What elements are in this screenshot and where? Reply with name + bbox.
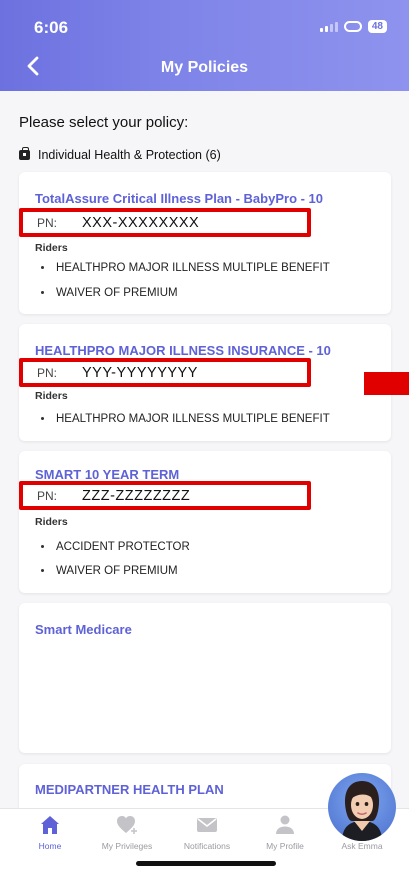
pn-value: ZZZ-ZZZZZZZZ bbox=[82, 487, 191, 504]
policy-card[interactable]: TotalAssure Critical Illness Plan - Baby… bbox=[19, 172, 391, 314]
rider-item: HEALTHPRO MAJOR ILLNESS MULTIPLE BENEFIT bbox=[41, 262, 330, 274]
rider-item: WAIVER OF PREMIUM bbox=[41, 565, 178, 577]
policy-group-header: Individual Health & Protection (6) bbox=[19, 147, 221, 162]
battery-icon: 48 bbox=[367, 20, 387, 33]
nav-profile-label: My Profile bbox=[266, 841, 304, 851]
policy-card[interactable]: SMART 10 YEAR TERM PN: ZZZ-ZZZZZZZZ Ride… bbox=[19, 451, 391, 593]
home-indicator bbox=[136, 861, 276, 866]
nav-home-label: Home bbox=[38, 841, 62, 851]
assistant-avatar[interactable] bbox=[328, 773, 396, 841]
pn-label: PN: bbox=[37, 215, 58, 230]
rider-item: HEALTHPRO MAJOR ILLNESS MULTIPLE BENEFIT bbox=[41, 413, 330, 425]
policy-card[interactable]: HEALTHPRO MAJOR ILLNESS INSURANCE - 10 P… bbox=[19, 324, 391, 441]
assistant-face-icon bbox=[342, 781, 382, 841]
link-icon bbox=[343, 21, 362, 32]
policy-title: HEALTHPRO MAJOR ILLNESS INSURANCE - 10 bbox=[35, 343, 331, 358]
person-icon bbox=[276, 815, 294, 834]
briefcase-icon bbox=[19, 147, 30, 160]
riders-label: Riders bbox=[35, 516, 68, 528]
group-label: Individual Health & Protection (6) bbox=[38, 148, 221, 162]
select-policy-prompt: Please select your policy: bbox=[19, 114, 189, 131]
nav-privileges-label: My Privileges bbox=[101, 841, 153, 851]
riders-label: Riders bbox=[35, 390, 68, 402]
rider-item: WAIVER OF PREMIUM bbox=[41, 287, 178, 299]
pn-label: PN: bbox=[37, 488, 58, 503]
policy-number-redacted: PN: YYY-YYYYYYYY bbox=[19, 358, 311, 387]
policy-card[interactable]: Smart Medicare bbox=[19, 603, 391, 753]
pn-value: XXX-XXXXXXXX bbox=[82, 214, 200, 231]
red-annotation-marker bbox=[364, 372, 409, 395]
pn-value: YYY-YYYYYYYY bbox=[82, 364, 198, 381]
policy-title: SMART 10 YEAR TERM bbox=[35, 467, 180, 482]
app-header: 6:06 48 My Policies bbox=[0, 0, 409, 91]
nav-home[interactable]: Home bbox=[10, 813, 90, 851]
nav-ask-label: Ask Emma bbox=[341, 841, 383, 851]
status-icons: 48 bbox=[319, 20, 387, 33]
nav-profile[interactable]: My Profile bbox=[245, 813, 325, 851]
policy-title: MEDIPARTNER HEALTH PLAN bbox=[35, 782, 224, 797]
policy-title: Smart Medicare bbox=[35, 622, 132, 637]
heart-plus-icon bbox=[117, 816, 137, 834]
policy-number-redacted: PN: XXX-XXXXXXXX bbox=[19, 208, 311, 237]
rider-item: ACCIDENT PROTECTOR bbox=[41, 541, 190, 553]
riders-label: Riders bbox=[35, 242, 68, 254]
pn-label: PN: bbox=[37, 365, 58, 380]
policy-number-redacted: PN: ZZZ-ZZZZZZZZ bbox=[19, 481, 311, 510]
nav-notifications[interactable]: Notifications bbox=[167, 813, 247, 851]
status-time: 6:06 bbox=[34, 18, 69, 37]
home-icon bbox=[41, 816, 59, 834]
page-title: My Policies bbox=[160, 59, 249, 76]
nav-privileges[interactable]: My Privileges bbox=[87, 813, 167, 851]
envelope-icon bbox=[197, 818, 217, 832]
policy-title: TotalAssure Critical Illness Plan - Baby… bbox=[35, 191, 324, 206]
signal-icon bbox=[319, 21, 338, 32]
nav-notifications-label: Notifications bbox=[183, 841, 231, 851]
